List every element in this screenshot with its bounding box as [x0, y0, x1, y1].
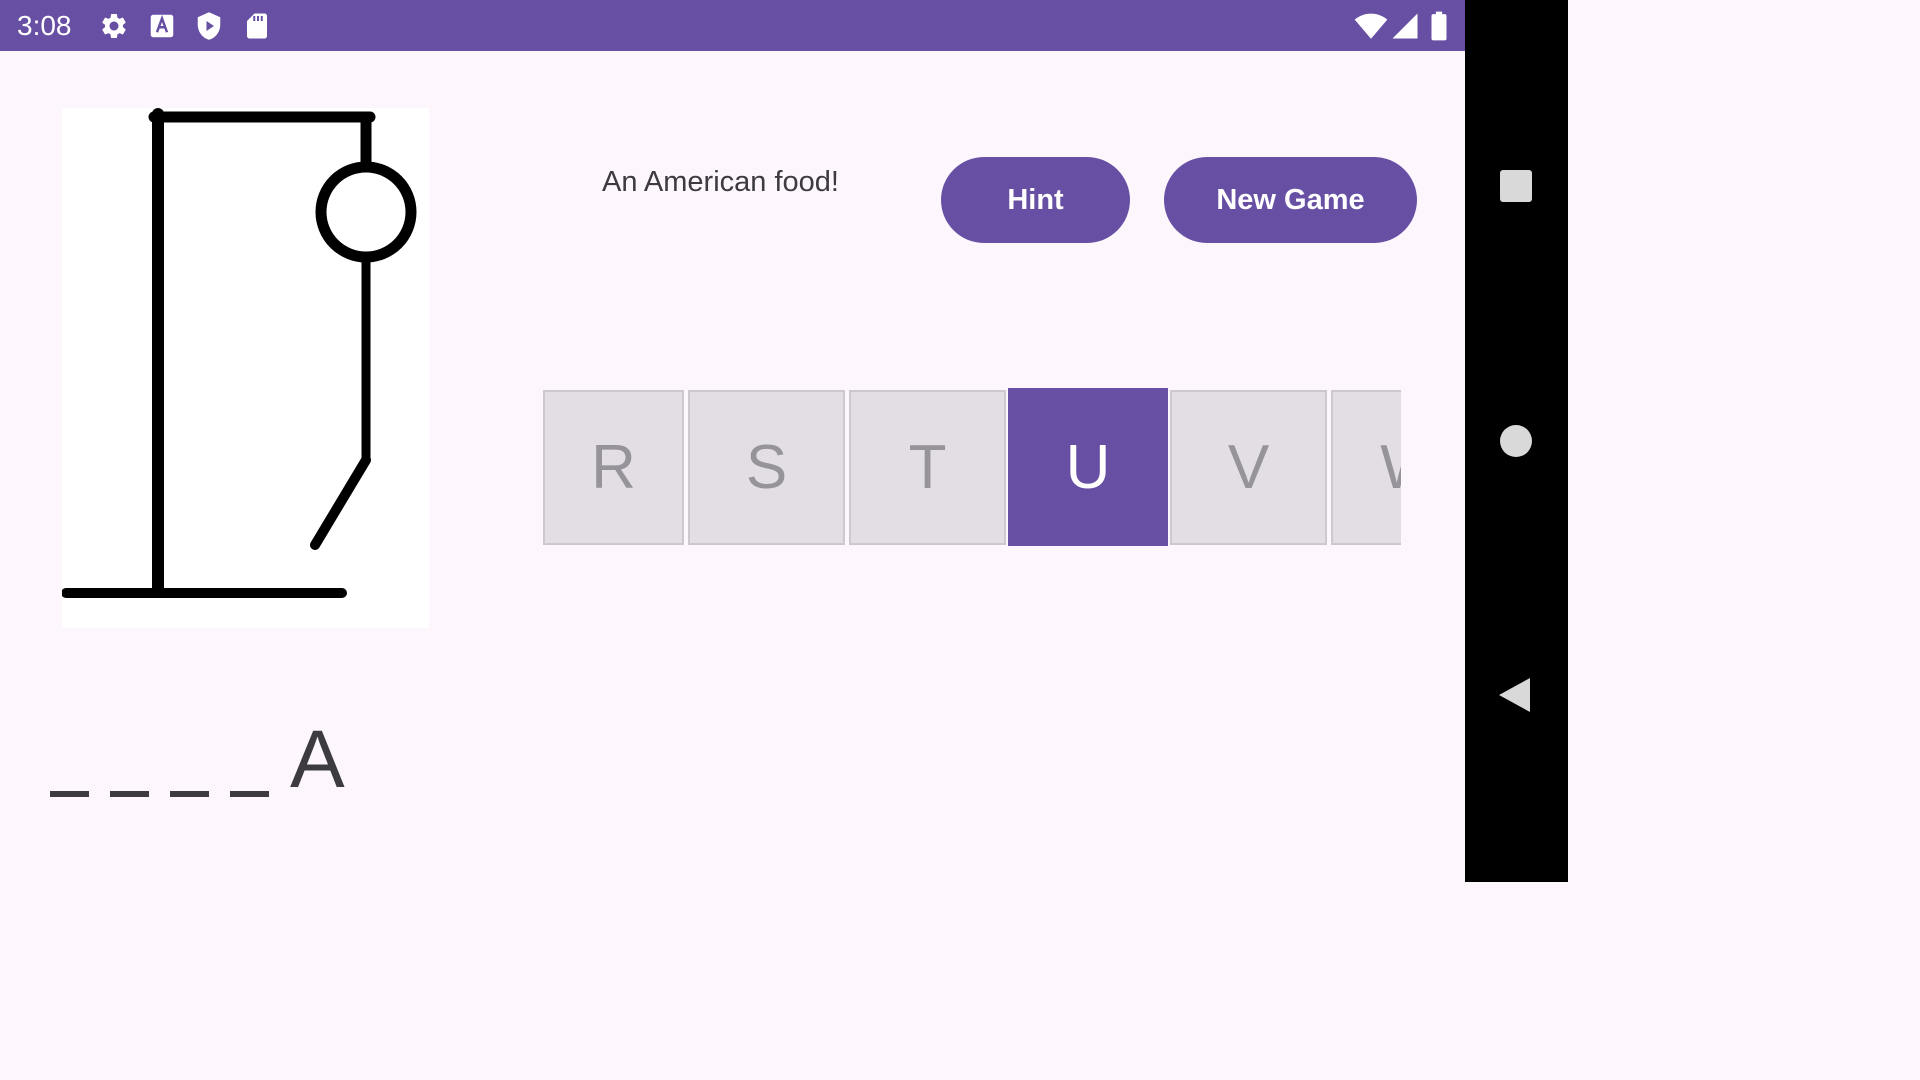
letter-key-r[interactable]: R [543, 390, 684, 545]
navigation-bar [1465, 0, 1568, 882]
new-game-button[interactable]: New Game [1164, 157, 1417, 243]
letter-key-v[interactable]: V [1170, 390, 1327, 545]
letter-key-s[interactable]: S [688, 390, 845, 545]
status-bar: 3:08 [0, 0, 1465, 51]
letter-keyboard[interactable]: R S T U V W [543, 388, 1401, 546]
home-icon[interactable] [1496, 421, 1536, 461]
play-shield-icon [194, 11, 224, 41]
wifi-icon [1354, 11, 1388, 41]
app-screen: 3:08 An American food! Hint New Game R S… [0, 0, 1568, 882]
word-blank-1 [50, 791, 89, 797]
battery-icon [1428, 11, 1450, 41]
letter-key-t[interactable]: T [849, 390, 1006, 545]
word-revealed-letter: A [290, 714, 345, 805]
hangman-image [61, 108, 429, 628]
hint-text: An American food! [602, 166, 839, 198]
word-blank-3 [170, 791, 209, 797]
signal-icon [1390, 11, 1420, 41]
gear-icon [99, 11, 129, 41]
back-icon[interactable] [1496, 675, 1536, 715]
text-a-icon [147, 11, 177, 41]
letter-key-w[interactable]: W [1331, 390, 1401, 545]
word-blank-2 [110, 791, 149, 797]
letter-key-u-selected[interactable]: U [1008, 388, 1168, 546]
word-blank-4 [230, 791, 269, 797]
status-time: 3:08 [17, 10, 72, 41]
hint-button[interactable]: Hint [941, 157, 1130, 243]
recents-icon[interactable] [1496, 166, 1536, 206]
sd-card-icon [242, 11, 272, 41]
